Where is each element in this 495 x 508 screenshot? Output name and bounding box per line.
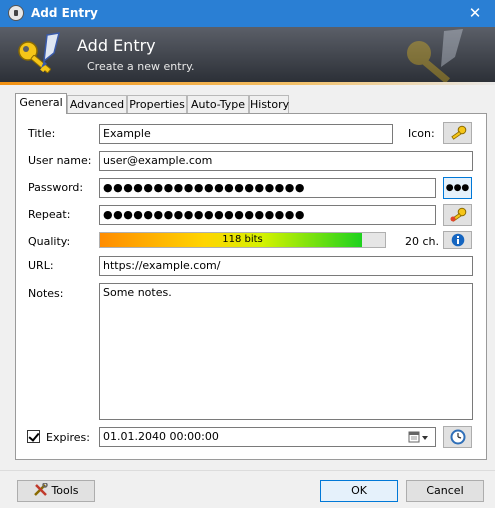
info-icon xyxy=(451,233,464,247)
notes-textarea[interactable]: Some notes. xyxy=(99,283,473,420)
tab-general[interactable]: General xyxy=(15,93,67,114)
tab-advanced[interactable]: Advanced xyxy=(67,95,127,113)
key-pen-icon xyxy=(18,32,61,74)
cancel-button[interactable]: Cancel xyxy=(406,480,484,502)
expires-label[interactable]: Expires: xyxy=(46,431,90,444)
expires-datetime-value: 01.01.2040 00:00:00 xyxy=(103,430,219,443)
password-quality-bar: 118 bits xyxy=(99,232,386,248)
title-label: Title: xyxy=(28,127,56,140)
banner-title: Add Entry xyxy=(77,36,156,55)
password-input[interactable]: ●●●●●●●●●●●●●●●●●●●● xyxy=(99,178,436,198)
banner-subtitle: Create a new entry. xyxy=(87,60,195,73)
url-label: URL: xyxy=(28,259,54,272)
show-password-button[interactable]: ●●● xyxy=(443,177,472,199)
title-input[interactable]: Example xyxy=(99,124,393,144)
url-input[interactable]: https://example.com/ xyxy=(99,256,473,276)
tab-properties[interactable]: Properties xyxy=(127,95,187,113)
quality-label: Quality: xyxy=(28,235,71,248)
quality-char-count: 20 ch. xyxy=(405,235,440,248)
expires-checkbox[interactable] xyxy=(27,430,40,443)
quality-bits-text: 118 bits xyxy=(222,234,263,245)
username-input[interactable]: user@example.com xyxy=(99,151,473,171)
window-title: Add Entry xyxy=(31,6,98,20)
icon-picker-button[interactable] xyxy=(443,122,472,144)
key-gear-icon xyxy=(450,207,466,222)
tab-auto-type[interactable]: Auto-Type xyxy=(187,95,249,113)
expires-datetime-input[interactable]: 01.01.2040 00:00:00 xyxy=(99,427,436,447)
tab-history[interactable]: History xyxy=(249,95,289,113)
repeat-password-input[interactable]: ●●●●●●●●●●●●●●●●●●●● xyxy=(99,205,436,225)
clock-icon xyxy=(450,429,465,445)
generate-password-button[interactable] xyxy=(443,204,472,226)
notes-label: Notes: xyxy=(28,287,64,300)
calendar-dropdown-icon[interactable] xyxy=(408,430,430,444)
username-label: User name: xyxy=(28,154,92,167)
dialog-banner: Add Entry Create a new entry. xyxy=(0,27,495,83)
repeat-label: Repeat: xyxy=(28,208,71,221)
password-label: Password: xyxy=(28,181,84,194)
icon-label: Icon: xyxy=(408,127,435,140)
tools-button[interactable]: Tools xyxy=(17,480,95,502)
tools-label: Tools xyxy=(51,484,79,497)
ok-button[interactable]: OK xyxy=(320,480,398,502)
lock-icon xyxy=(8,5,24,21)
banner-accent-stripe xyxy=(0,82,495,85)
expiry-presets-button[interactable] xyxy=(443,426,472,448)
quality-info-button[interactable] xyxy=(443,231,472,249)
close-button[interactable]: ✕ xyxy=(455,0,495,27)
tools-icon xyxy=(34,482,49,496)
key-icon xyxy=(450,125,466,140)
window-titlebar: Add Entry ✕ xyxy=(0,0,495,27)
footer-separator xyxy=(0,470,495,471)
key-pen-watermark-icon xyxy=(407,29,463,83)
